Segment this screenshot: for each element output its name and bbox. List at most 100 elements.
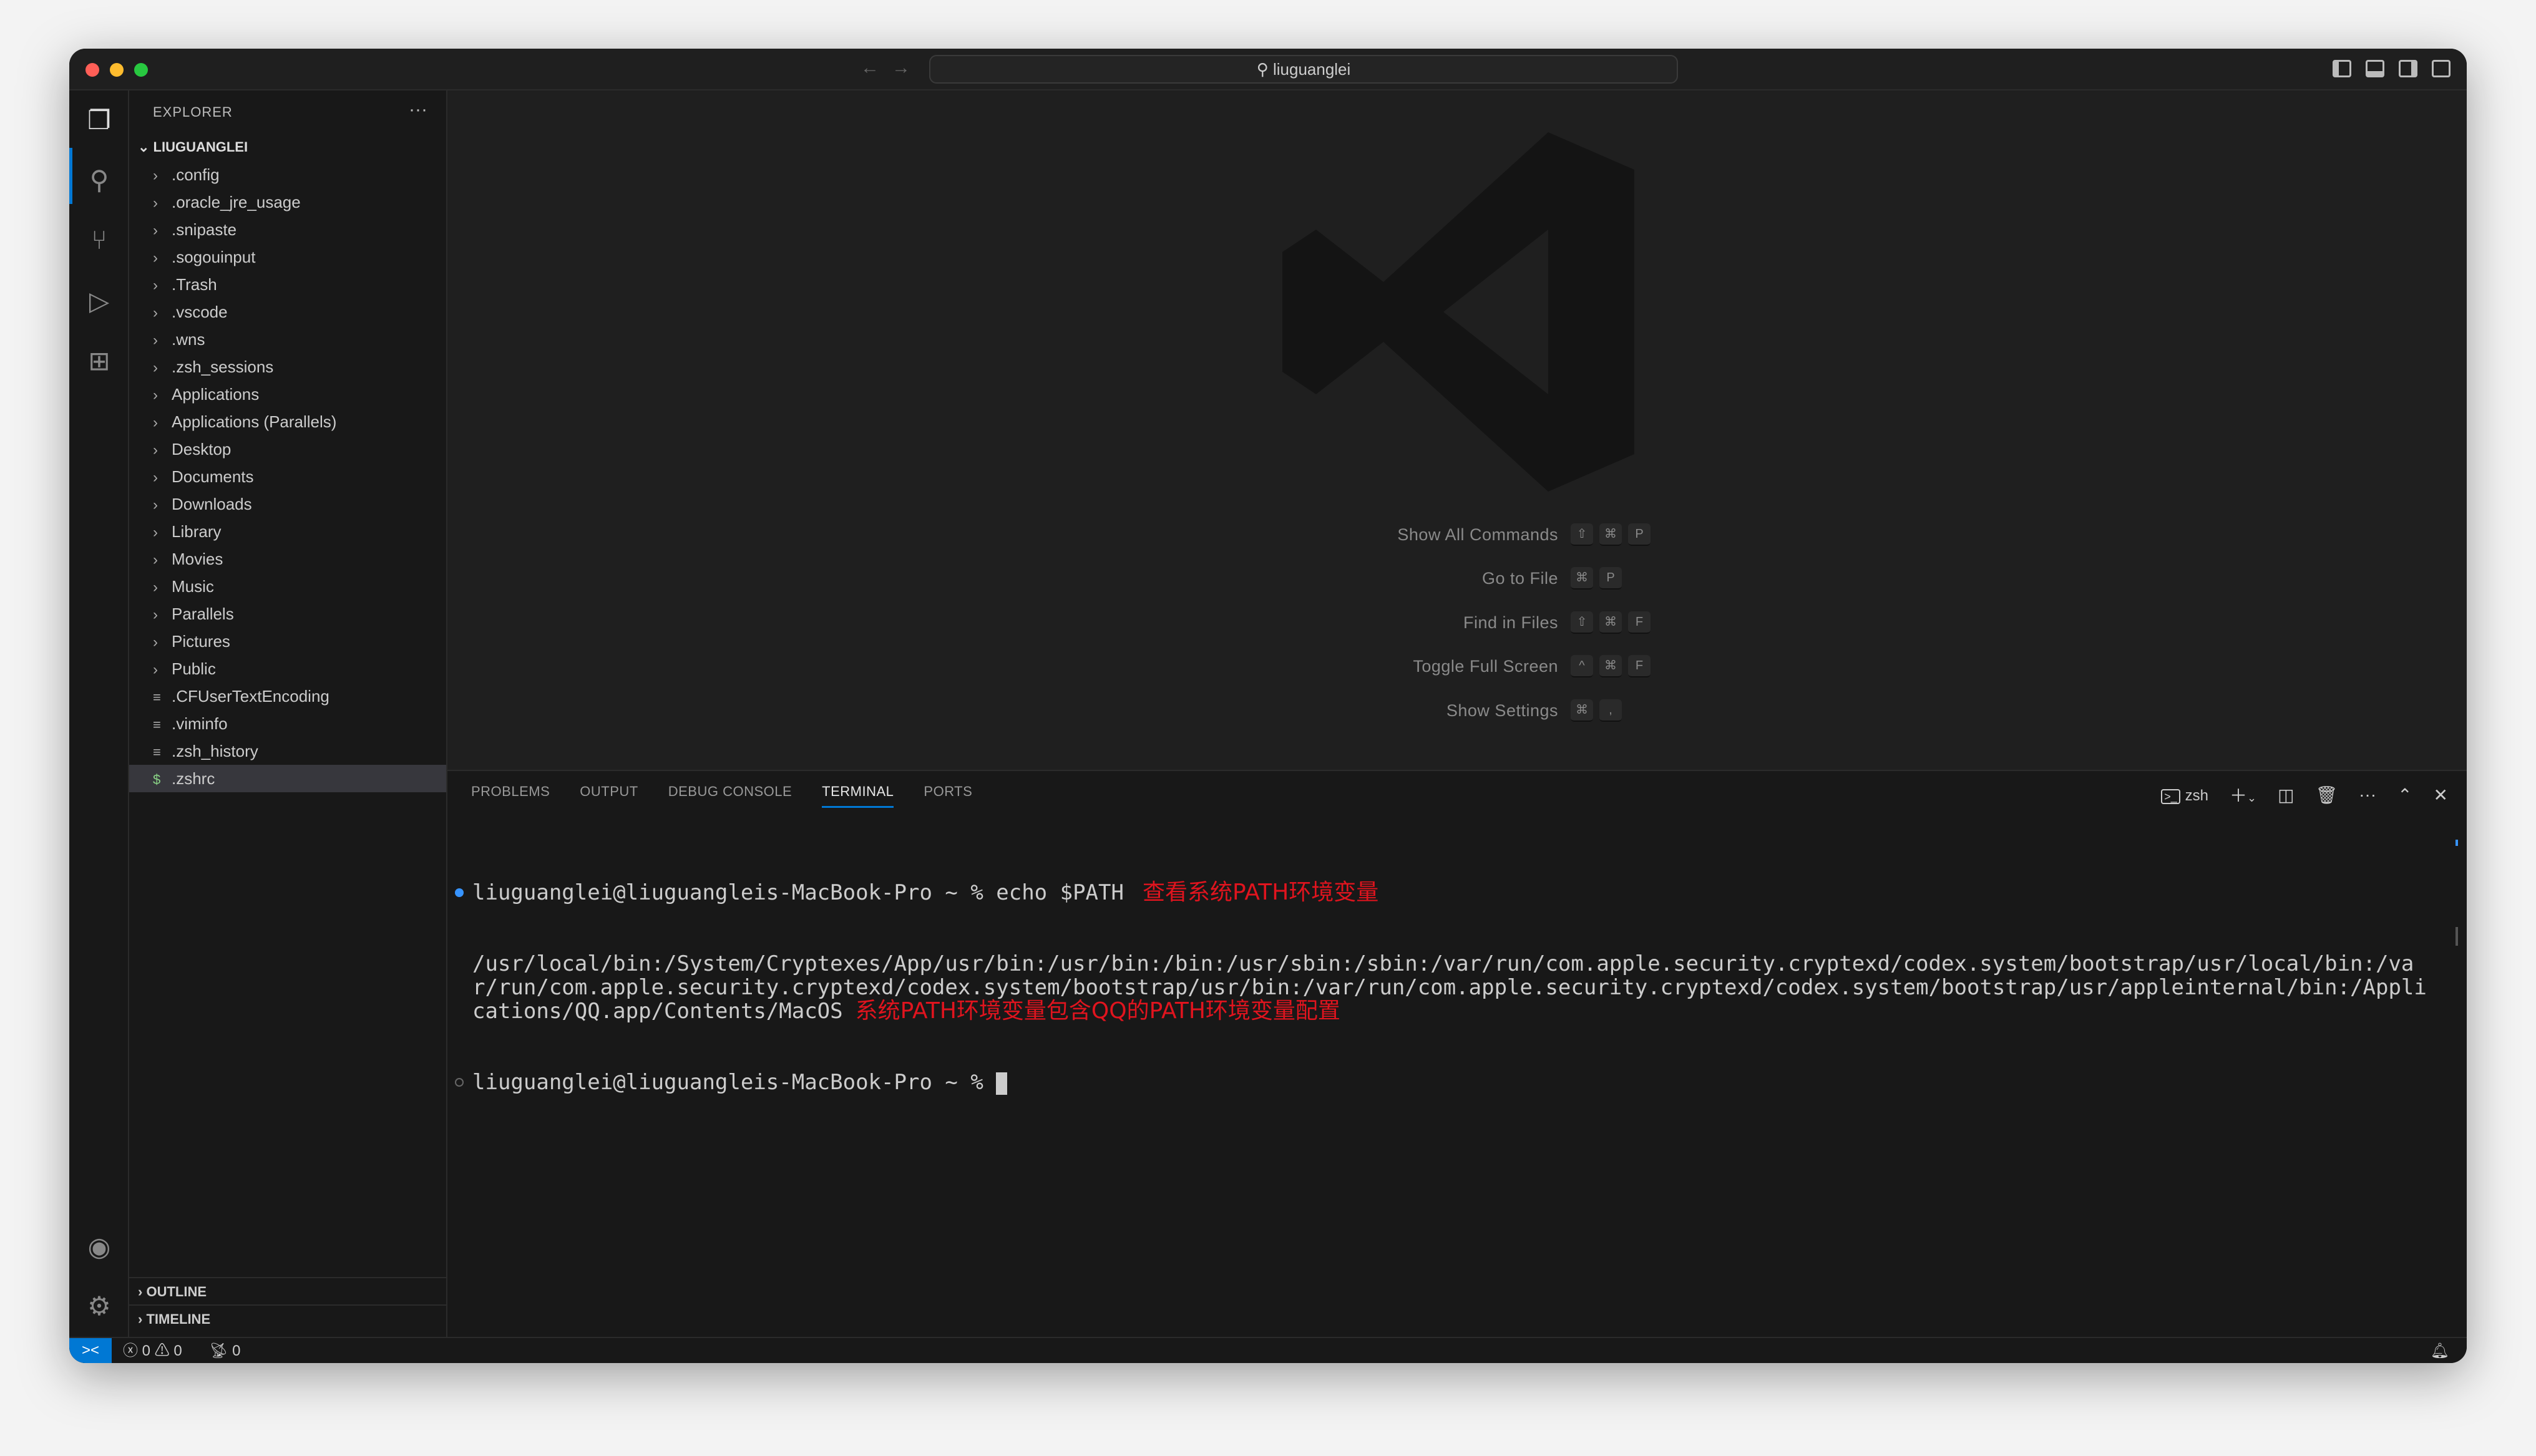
welcome-shortcut[interactable]: Show Settings ⌘, bbox=[447, 698, 2467, 723]
file-tree-label: Public bbox=[172, 659, 216, 678]
forward-arrow-icon[interactable]: → bbox=[892, 57, 910, 79]
chevron-right-icon: › bbox=[153, 606, 158, 623]
key-cap: , bbox=[1599, 699, 1622, 722]
timeline-section[interactable]: › TIMELINE bbox=[129, 1304, 446, 1332]
vscode-window: ← → ⚲ liuguanglei ❐ ⚲ ⑂ ▷ ⊞ ◉ ⚙ EXPLORER… bbox=[69, 49, 2467, 1363]
file-tree-item[interactable]: › .oracle_jre_usage bbox=[129, 188, 446, 216]
terminal-command-line: liuguanglei@liuguangleis-MacBook-Pro ~ %… bbox=[455, 881, 2432, 905]
terminal-output[interactable]: liuguanglei@liuguangleis-MacBook-Pro ~ %… bbox=[455, 833, 2432, 1142]
customize-layout-icon[interactable] bbox=[2432, 60, 2451, 77]
welcome-shortcut[interactable]: Go to File ⌘ P bbox=[447, 566, 2467, 591]
remote-indicator-icon[interactable]: >< bbox=[69, 1338, 112, 1363]
file-tree-item[interactable]: ≡ .zsh_history bbox=[129, 737, 446, 765]
chevron-right-icon: › bbox=[153, 332, 158, 349]
file-tree-label: .zshrc bbox=[172, 769, 215, 788]
file-tree-item[interactable]: › Applications bbox=[129, 381, 446, 408]
file-tree-item[interactable]: ≡ .CFUserTextEncoding bbox=[129, 682, 446, 710]
toggle-sidebar-icon[interactable] bbox=[2333, 60, 2351, 77]
accounts-icon[interactable]: ◉ bbox=[84, 1232, 114, 1262]
problems-status[interactable]: ⓧ 0 ⚠ 0 bbox=[123, 1342, 182, 1361]
workspace-root[interactable]: ⌄ LIUGUANGLEI bbox=[138, 139, 248, 155]
panel-tab-debug-console[interactable]: DEBUG CONSOLE bbox=[668, 784, 792, 808]
close-window-button[interactable] bbox=[85, 63, 99, 77]
panel-tab-ports[interactable]: PORTS bbox=[924, 784, 972, 808]
file-tree-item[interactable]: ≡ .viminfo bbox=[129, 710, 446, 737]
shortcut-keys: ^ ⌘ F bbox=[1571, 655, 1651, 677]
chevron-down-icon: ⌄ bbox=[138, 139, 154, 155]
panel-tab-terminal[interactable]: TERMINAL bbox=[822, 784, 894, 808]
extensions-icon[interactable]: ⊞ bbox=[84, 346, 114, 376]
file-tree-item[interactable]: › Applications (Parallels) bbox=[129, 408, 446, 435]
panel-tab-problems[interactable]: PROBLEMS bbox=[471, 784, 550, 808]
run-debug-icon[interactable]: ▷ bbox=[84, 286, 114, 316]
notifications-bell-icon[interactable]: 🔔︎ bbox=[2431, 1342, 2449, 1361]
file-tree-label: Documents bbox=[172, 467, 254, 486]
file-tree-item[interactable]: › .vscode bbox=[129, 298, 446, 326]
terminal-icon: >_ bbox=[2161, 789, 2180, 804]
scroll-marker bbox=[2456, 840, 2458, 846]
shortcut-label: Show Settings bbox=[1446, 701, 1558, 720]
panel-tab-output[interactable]: OUTPUT bbox=[580, 784, 638, 808]
terminal-shell-selector[interactable]: >_ zsh bbox=[2161, 785, 2208, 805]
command-center-search[interactable]: ⚲ liuguanglei bbox=[929, 55, 1678, 84]
close-panel-icon[interactable]: ✕ bbox=[2434, 785, 2448, 805]
file-tree-label: .sogouinput bbox=[172, 248, 256, 266]
split-terminal-icon[interactable]: ◫ bbox=[2278, 785, 2294, 805]
settings-gear-icon[interactable]: ⚙ bbox=[84, 1291, 114, 1321]
chevron-right-icon: › bbox=[153, 277, 158, 294]
chevron-right-icon: › bbox=[153, 414, 158, 431]
chevron-down-icon[interactable]: ⌄ bbox=[2247, 792, 2256, 804]
chevron-right-icon: › bbox=[153, 195, 158, 211]
maximize-panel-chevron-up-icon[interactable]: ⌃ bbox=[2397, 785, 2412, 805]
file-tree-item[interactable]: › Desktop bbox=[129, 435, 446, 463]
file-tree-label: .snipaste bbox=[172, 220, 237, 239]
file-tree-item[interactable]: › Public bbox=[129, 655, 446, 682]
file-tree-item[interactable]: › .snipaste bbox=[129, 216, 446, 243]
ports-status[interactable]: 📡︎ 0 bbox=[209, 1342, 241, 1361]
file-tree-item[interactable]: › .sogouinput bbox=[129, 243, 446, 271]
shortcut-keys: ⌘, bbox=[1571, 699, 1622, 722]
file-tree-item[interactable]: › Documents bbox=[129, 463, 446, 490]
chevron-right-icon: › bbox=[153, 551, 158, 568]
file-tree-label: .oracle_jre_usage bbox=[172, 193, 301, 211]
outline-section[interactable]: › OUTLINE bbox=[129, 1277, 446, 1304]
search-icon[interactable]: ⚲ bbox=[84, 165, 114, 195]
welcome-shortcut[interactable]: Toggle Full Screen ^ ⌘ F bbox=[447, 654, 2467, 679]
file-tree-item[interactable]: › Music bbox=[129, 573, 446, 600]
shortcut-keys: ⇧ ⌘ F bbox=[1571, 611, 1651, 634]
explorer-icon[interactable]: ❐ bbox=[84, 105, 114, 135]
toggle-panel-icon[interactable] bbox=[2366, 60, 2384, 77]
file-tree-item[interactable]: $ .zshrc bbox=[129, 765, 446, 792]
file-tree-item[interactable]: › Pictures bbox=[129, 628, 446, 655]
file-tree-label: Movies bbox=[172, 550, 223, 568]
file-tree-item[interactable]: › .config bbox=[129, 161, 446, 188]
more-actions-icon[interactable]: ··· bbox=[2359, 785, 2376, 805]
more-actions-icon[interactable]: ··· bbox=[409, 99, 427, 120]
chevron-right-icon: › bbox=[153, 250, 158, 266]
terminal-prompt-line: liuguanglei@liuguangleis-MacBook-Pro ~ % bbox=[455, 1070, 2432, 1095]
terminal-path-output: /usr/local/bin:/System/Cryptexes/App/usr… bbox=[472, 951, 2427, 1024]
maximize-window-button[interactable] bbox=[134, 63, 148, 77]
minimize-window-button[interactable] bbox=[110, 63, 124, 77]
shell-file-icon: $ bbox=[153, 772, 161, 787]
new-terminal-plus-icon[interactable]: ＋⌄ bbox=[2230, 782, 2256, 807]
file-tree-item[interactable]: › Library bbox=[129, 518, 446, 545]
file-tree-item[interactable]: › .Trash bbox=[129, 271, 446, 298]
welcome-shortcut[interactable]: Find in Files ⇧ ⌘ F bbox=[447, 610, 2467, 635]
file-tree-item[interactable]: › Parallels bbox=[129, 600, 446, 628]
title-bar: ← → ⚲ liuguanglei bbox=[69, 49, 2467, 90]
terminal-scrollbar[interactable] bbox=[2456, 927, 2458, 946]
file-tree-item[interactable]: › .zsh_sessions bbox=[129, 353, 446, 381]
trash-icon[interactable]: 🗑 bbox=[2316, 785, 2338, 805]
file-icon: ≡ bbox=[153, 689, 161, 705]
file-tree-item[interactable]: › Downloads bbox=[129, 490, 446, 518]
back-arrow-icon[interactable]: ← bbox=[861, 57, 879, 79]
file-tree-item[interactable]: › Movies bbox=[129, 545, 446, 573]
file-tree-item[interactable]: › .wns bbox=[129, 326, 446, 353]
welcome-shortcut[interactable]: Show All Commands ⇧ ⌘ P bbox=[447, 522, 2467, 547]
chevron-right-icon: › bbox=[153, 661, 158, 678]
source-control-icon[interactable]: ⑂ bbox=[84, 225, 114, 255]
file-tree-label: Applications (Parallels) bbox=[172, 412, 337, 431]
file-tree-label: Applications bbox=[172, 385, 260, 404]
toggle-secondary-sidebar-icon[interactable] bbox=[2399, 60, 2417, 77]
